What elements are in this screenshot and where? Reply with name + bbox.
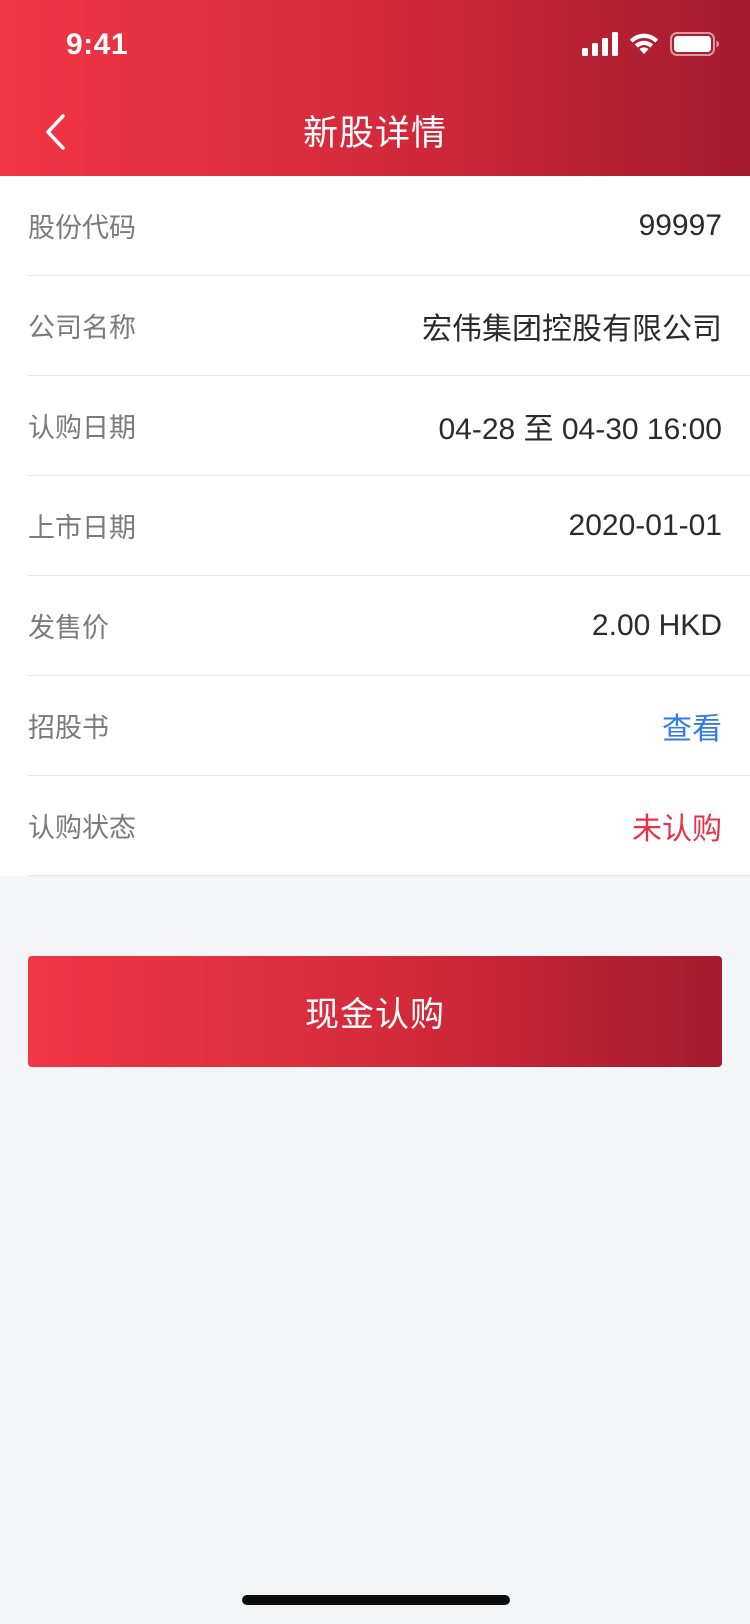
company-name-value: 宏伟集团控股有限公司 bbox=[422, 312, 722, 346]
offer-price-label: 发售价 bbox=[28, 613, 109, 644]
status-icons bbox=[582, 32, 720, 60]
cash-subscribe-button[interactable]: 现金认购 bbox=[28, 956, 722, 1067]
detail-row-prospectus: 招股书 查看 bbox=[28, 676, 750, 776]
cellular-signal-icon bbox=[582, 32, 618, 60]
subscription-date-value: 04-28 至 04-30 16:00 bbox=[438, 412, 722, 446]
back-button[interactable] bbox=[28, 106, 84, 162]
prospectus-label: 招股书 bbox=[28, 713, 109, 744]
stock-code-label: 股份代码 bbox=[28, 213, 136, 244]
status-time: 9:41 bbox=[66, 28, 129, 61]
subscription-date-label: 认购日期 bbox=[28, 413, 136, 444]
offer-price-value: 2.00 HKD bbox=[591, 608, 722, 642]
home-indicator bbox=[242, 1595, 510, 1605]
nav-bar: 新股详情 bbox=[0, 92, 750, 176]
view-prospectus-link[interactable]: 查看 bbox=[662, 704, 722, 748]
detail-row-stock-code: 股份代码 99997 bbox=[28, 176, 750, 276]
battery-icon bbox=[670, 32, 720, 60]
ipo-detail-list: 股份代码 99997 公司名称 宏伟集团控股有限公司 认购日期 04-28 至 … bbox=[0, 176, 750, 876]
subscription-status-label: 认购状态 bbox=[28, 813, 136, 844]
detail-row-subscription-date: 认购日期 04-28 至 04-30 16:00 bbox=[28, 376, 750, 476]
company-name-label: 公司名称 bbox=[28, 313, 136, 344]
listing-date-value: 2020-01-01 bbox=[568, 508, 722, 542]
status-bar: 9:41 bbox=[0, 0, 750, 92]
detail-row-offer-price: 发售价 2.00 HKD bbox=[28, 576, 750, 676]
wifi-icon bbox=[628, 32, 660, 60]
page-title: 新股详情 bbox=[302, 113, 447, 154]
chevron-left-icon bbox=[43, 112, 69, 156]
detail-row-subscription-status: 认购状态 未认购 bbox=[28, 776, 750, 876]
header: 9:41 新股详情 bbox=[0, 0, 750, 176]
detail-row-listing-date: 上市日期 2020-01-01 bbox=[28, 476, 750, 576]
subscription-status-value: 未认购 bbox=[632, 812, 722, 846]
stock-code-value: 99997 bbox=[638, 208, 722, 242]
listing-date-label: 上市日期 bbox=[28, 513, 136, 544]
detail-row-company-name: 公司名称 宏伟集团控股有限公司 bbox=[28, 276, 750, 376]
